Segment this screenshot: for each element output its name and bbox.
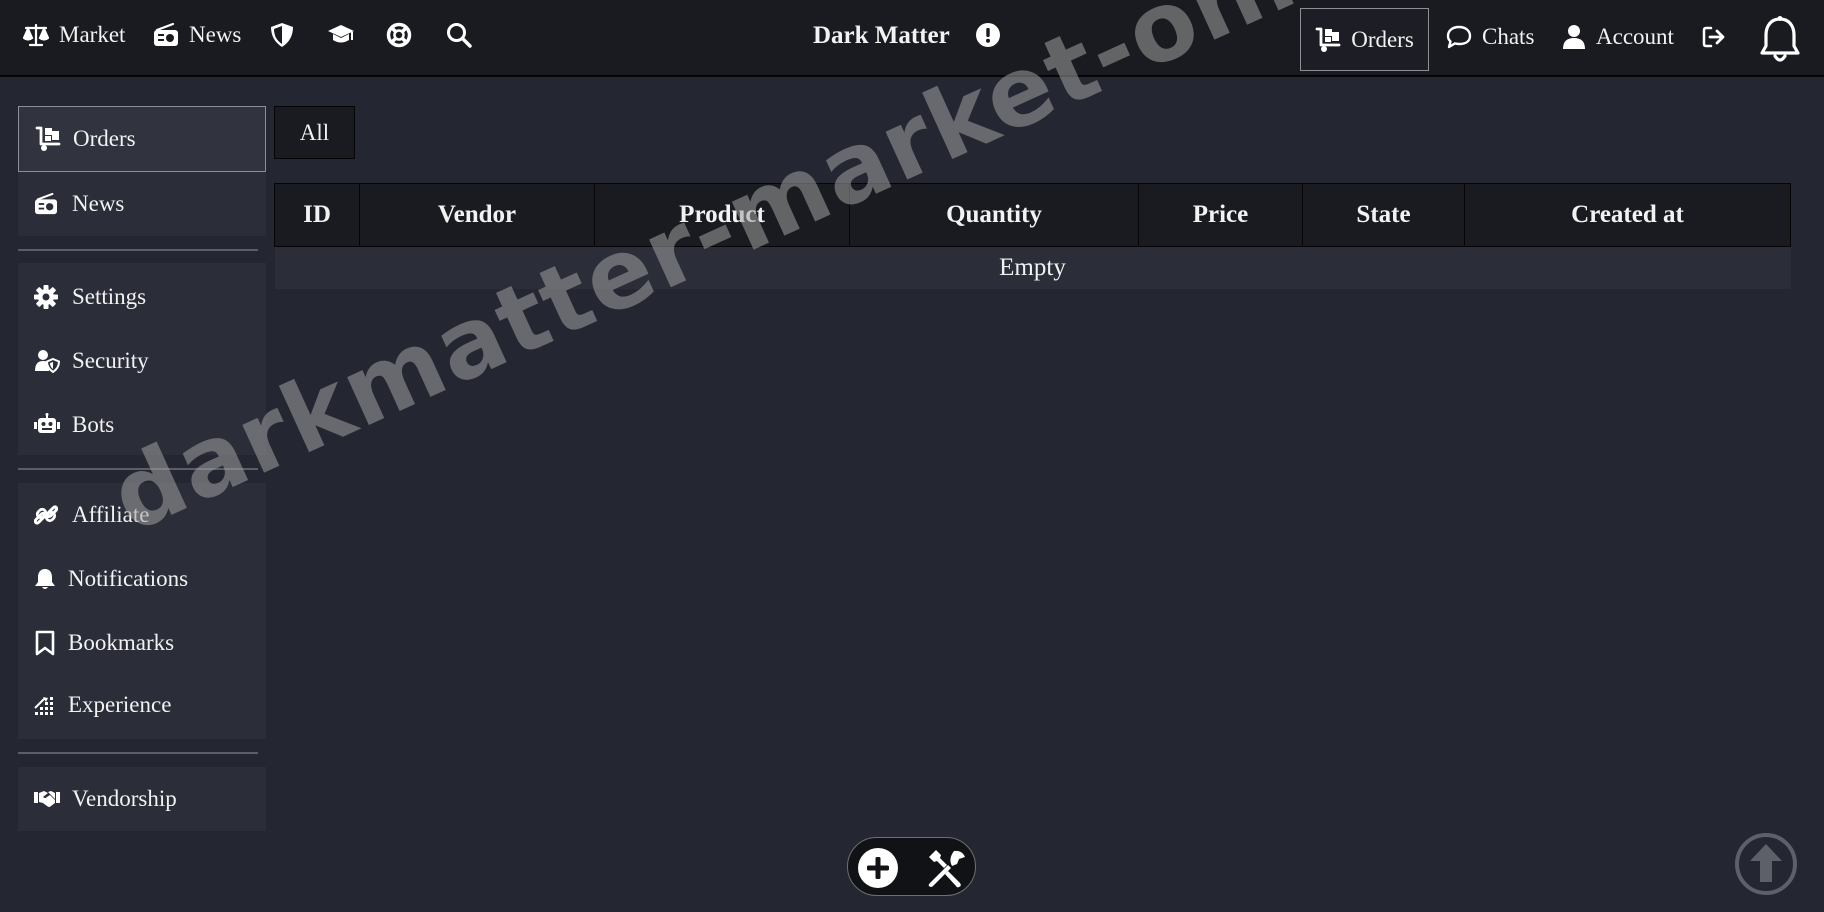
sidebar-item-settings[interactable]: Settings [18,269,266,325]
sidebar-item-security[interactable]: Security [18,333,266,389]
orders-table: ID Vendor Product Quantity Price State C… [274,183,1791,289]
add-button[interactable] [858,848,898,888]
link-icon [34,503,58,527]
column-header-vendor[interactable]: Vendor [359,183,595,247]
brand-title[interactable]: Dark Matter [813,22,950,50]
nav-market-label: Market [59,22,126,47]
sidebar-item-label: Vendorship [72,786,177,811]
chart-icon [34,694,56,716]
sidebar-group-settings: Settings Security Bots [18,263,266,455]
sidebar-item-bookmarks[interactable]: Bookmarks [18,615,266,671]
tools-icon [928,850,965,888]
sidebar-item-notifications[interactable]: Notifications [18,551,266,607]
bookmark-icon [34,630,56,656]
nav-chats-label: Chats [1482,24,1535,49]
life-ring-icon[interactable] [386,22,412,48]
sidebar-group-main: Orders News [18,106,266,236]
alert-icon[interactable] [976,23,1000,47]
top-navbar: Market News Dark Matter Orders Chats Acc… [0,0,1824,77]
user-shield-icon [34,349,60,373]
table-header-row: ID Vendor Product Quantity Price State C… [274,183,1791,247]
sidebar-item-label: Security [72,348,149,373]
column-header-quantity[interactable]: Quantity [849,183,1139,247]
filter-tab-all[interactable]: All [274,106,355,159]
column-header-created-at[interactable]: Created at [1464,183,1791,247]
empty-state-text: Empty [274,246,1791,289]
sidebar-item-label: News [72,191,125,216]
chat-icon [1446,25,1472,49]
sidebar-item-bots[interactable]: Bots [18,397,266,453]
column-header-price[interactable]: Price [1138,183,1303,247]
tools-button[interactable] [926,847,968,889]
scales-icon [23,23,49,47]
user-icon [1562,24,1586,50]
sidebar-item-label: Bookmarks [68,630,175,655]
bell-icon[interactable] [1759,15,1801,65]
nav-account-link[interactable]: Account [1562,24,1674,50]
nav-market-link[interactable]: Market [23,22,125,48]
nav-orders-label: Orders [1351,26,1414,52]
nav-account-label: Account [1596,24,1674,49]
sidebar-item-orders[interactable]: Orders [18,106,266,172]
sidebar-item-label: Settings [72,284,147,309]
search-icon[interactable] [446,22,472,48]
radio-icon [153,23,179,47]
sidebar-item-affiliate[interactable]: Affiliate [18,487,266,543]
sidebar-item-label: Affiliate [72,502,150,527]
shield-icon[interactable] [270,22,294,48]
handshake-icon [34,789,60,809]
nav-news-link[interactable]: News [153,22,241,48]
nav-chats-link[interactable]: Chats [1446,24,1534,50]
nav-orders-button[interactable]: Orders [1300,8,1429,71]
graduation-cap-icon[interactable] [327,23,355,47]
sidebar-item-experience[interactable]: Experience [18,677,266,733]
sidebar-divider [18,249,258,251]
table-row: Empty [274,246,1791,289]
plus-icon [867,857,889,879]
sidebar-divider [18,468,258,470]
sidebar-item-label: Experience [68,692,172,717]
radio-icon [34,193,58,215]
bell-icon [34,567,56,591]
gear-icon [34,285,58,309]
robot-icon [34,413,60,437]
column-header-product[interactable]: Product [594,183,850,247]
sidebar-item-news[interactable]: News [18,172,266,236]
column-header-id[interactable]: ID [274,183,360,247]
nav-news-label: News [189,22,242,47]
dolly-icon [35,126,61,152]
floating-action-bar [847,837,976,896]
sidebar-group-extras: Affiliate Notifications Bookmarks Experi… [18,483,266,739]
sidebar-item-label: Bots [72,412,115,437]
logout-icon[interactable] [1702,25,1726,49]
arrow-up-circle-icon [1735,833,1797,895]
sidebar-group-vendor: Vendorship [18,767,266,831]
scroll-top-button[interactable] [1734,832,1798,896]
column-header-state[interactable]: State [1302,183,1465,247]
sidebar-divider [18,752,258,754]
sidebar-item-label: Orders [73,126,136,151]
dolly-icon [1315,27,1341,53]
sidebar-item-vendorship[interactable]: Vendorship [18,771,266,827]
sidebar-item-label: Notifications [68,566,189,591]
